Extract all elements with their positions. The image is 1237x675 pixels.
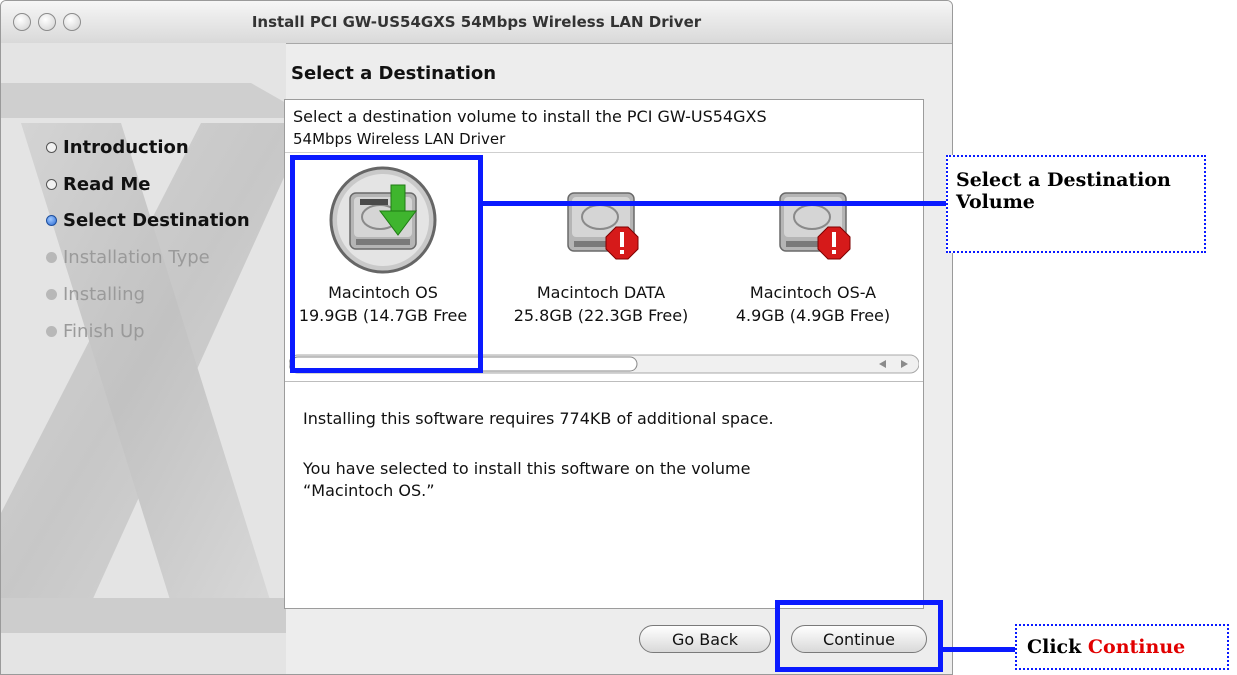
step-label: Read Me [63, 174, 151, 195]
continue-connector-line [943, 647, 1015, 652]
step-label: Finish Up [63, 321, 145, 342]
volume-size: 25.8GB (22.3GB Free) [513, 306, 689, 325]
volume-macintoch-data[interactable]: Macintoch DATA 25.8GB (22.3GB Free) [501, 153, 701, 325]
section-title: Select a Destination [291, 63, 497, 84]
step-introduction: Introduction [46, 137, 189, 158]
step-status-icon [46, 142, 57, 153]
intro-line: 54Mbps Wireless LAN Driver [293, 130, 506, 148]
intro-line: Select a destination volume to install t… [293, 107, 767, 126]
selected-volume-line: You have selected to install this softwa… [303, 459, 751, 478]
step-label: Installing [63, 284, 146, 305]
volume-macintoch-os-a[interactable]: Macintoch OS-A 4.9GB (4.9GB Free) [713, 153, 913, 325]
volume-name: Macintoch OS-A [749, 283, 877, 302]
callout-highlight-text: Continue [1087, 636, 1186, 658]
go-back-button[interactable]: Go Back [639, 625, 771, 653]
step-label: Select Destination [63, 210, 250, 231]
step-installing: Installing [46, 284, 145, 305]
window-title: Install PCI GW-US54GXS 54Mbps Wireless L… [251, 13, 702, 31]
callout-text: Select a Destination [956, 169, 1171, 191]
step-status-icon [46, 326, 57, 337]
step-status-icon [46, 179, 57, 190]
step-status-icon [46, 252, 57, 263]
space-required-text: Installing this software requires 774KB … [303, 409, 774, 428]
click-continue-callout: Click Continue [1015, 624, 1229, 670]
select-volume-callout: Select a Destination Volume [946, 155, 1206, 253]
step-read-me: Read Me [46, 174, 151, 195]
step-status-icon [46, 215, 57, 226]
volume-highlight-box [290, 155, 483, 373]
sidebar: Introduction Read Me Select Destination … [1, 43, 286, 674]
callout-text: Volume [956, 191, 1035, 213]
selected-volume-text: You have selected to install this softwa… [303, 458, 750, 502]
hard-drive-alert-icon [567, 192, 639, 260]
continue-highlight-box [775, 600, 943, 672]
hard-drive-alert-icon [779, 192, 851, 260]
step-label: Introduction [63, 137, 189, 158]
step-installation-type: Installation Type [46, 247, 210, 268]
step-select-destination: Select Destination [46, 210, 250, 231]
volume-connector-line [483, 201, 946, 206]
volume-size: 4.9GB (4.9GB Free) [735, 306, 891, 325]
step-label: Installation Type [63, 247, 210, 268]
step-finish-up: Finish Up [46, 321, 145, 342]
selected-volume-line: “Macintoch OS.” [303, 481, 435, 500]
intro-text: Select a destination volume to install t… [293, 106, 767, 150]
step-status-icon [46, 289, 57, 300]
volume-name: Macintoch DATA [536, 283, 666, 302]
title-bar: Install PCI GW-US54GXS 54Mbps Wireless L… [1, 1, 952, 44]
callout-text: Click [1027, 636, 1088, 658]
